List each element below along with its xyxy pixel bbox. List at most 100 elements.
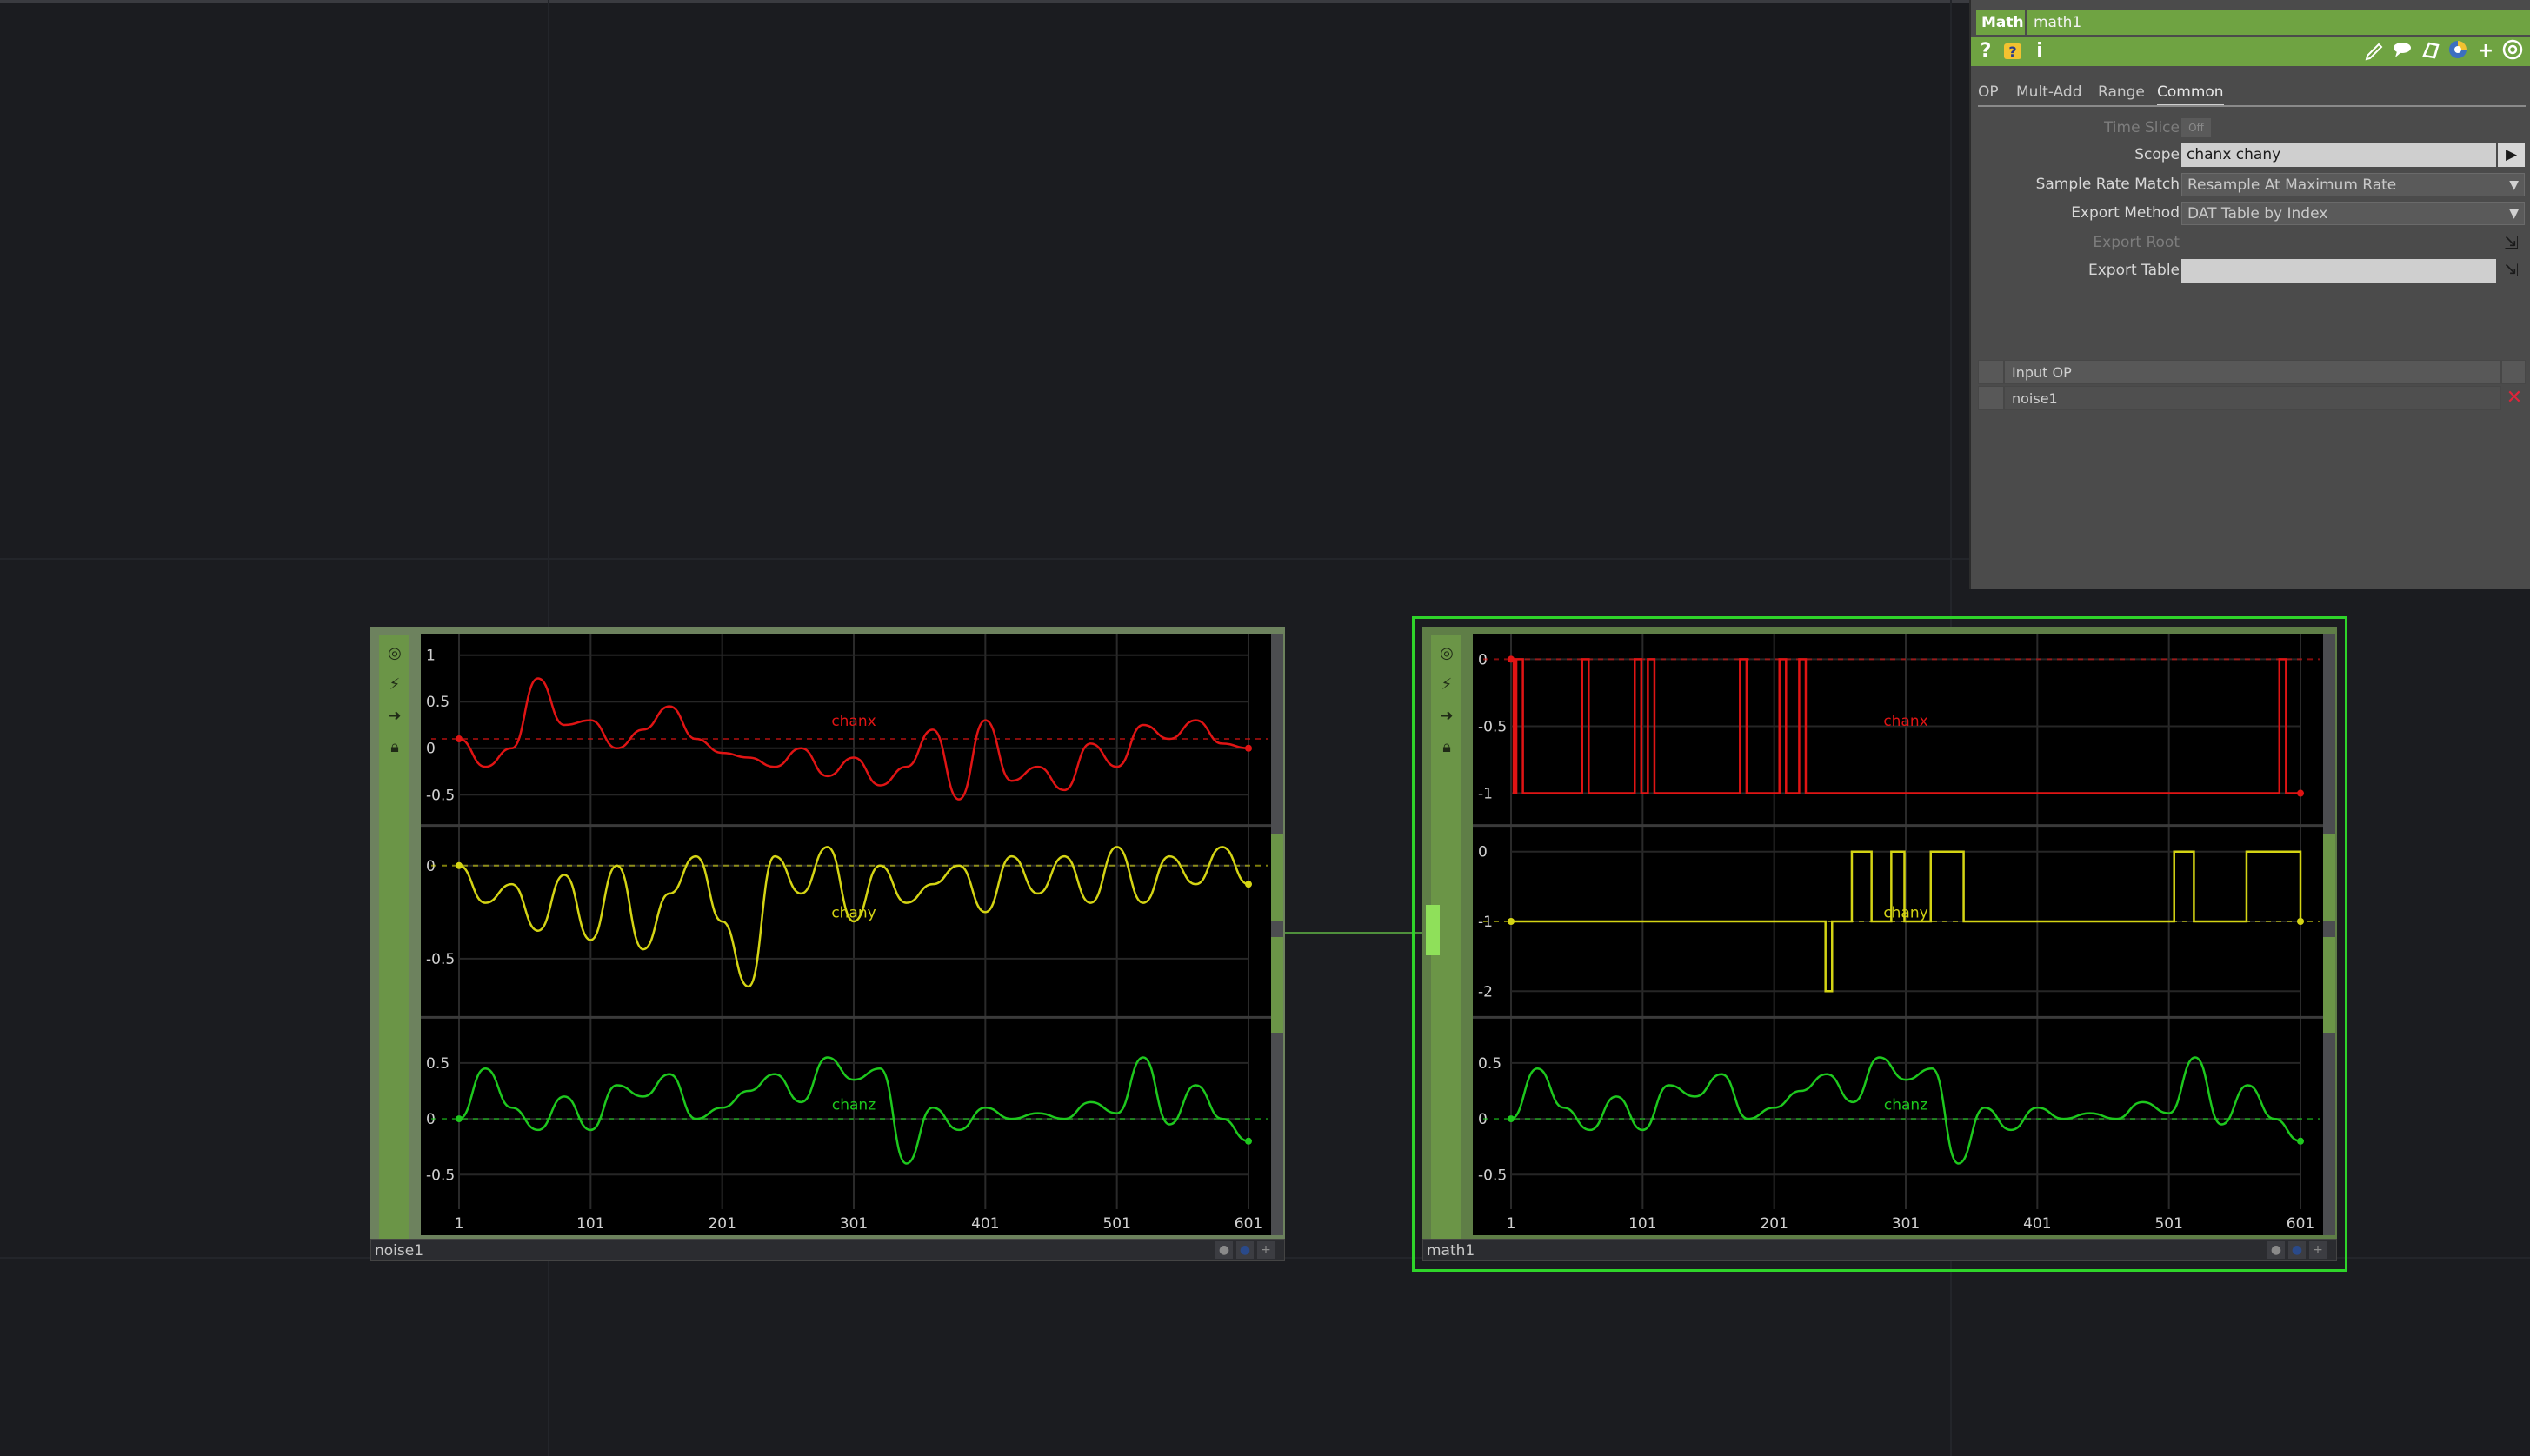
- time-slice-toggle[interactable]: Off: [2181, 118, 2211, 137]
- y-tick-label: 0.5: [426, 694, 449, 711]
- lock-icon[interactable]: 🔒︎: [384, 736, 405, 759]
- pencil-icon[interactable]: [2362, 38, 2387, 64]
- output-connector-chanx[interactable]: [1271, 834, 1283, 921]
- lock-icon[interactable]: 🔒︎: [1436, 736, 1457, 759]
- param-time-slice: Time Slice Off: [1971, 115, 2530, 141]
- param-export-root: Export Root ⇲: [1971, 229, 2530, 256]
- scope-menu-arrow-icon[interactable]: ▶: [2498, 143, 2525, 167]
- export-flag-icon[interactable]: ➜: [384, 705, 405, 728]
- info-icon[interactable]: i: [2032, 38, 2047, 64]
- add-icon[interactable]: +: [1257, 1241, 1275, 1259]
- series-label: chanz: [1884, 1096, 1927, 1114]
- parameter-panel-toolbar: ? ? i +: [1971, 37, 2530, 66]
- y-tick-label: 0.5: [1478, 1055, 1501, 1073]
- y-tick-label: -0.5: [1478, 1167, 1507, 1184]
- viewer-active-icon[interactable]: ◎: [384, 642, 405, 665]
- bypass-toggle-icon[interactable]: ●: [2288, 1241, 2306, 1259]
- y-tick-label: 0: [1478, 844, 1488, 861]
- operator-type-label: Math: [1976, 10, 2025, 35]
- x-tick-label: 601: [1235, 1215, 1262, 1233]
- channel-graph-math1: 0-0.5-1chanx0-1-2chany0.50-0.5chanz1 101 2…: [1473, 634, 2323, 1235]
- y-tick-label: 1: [426, 648, 436, 665]
- tab-op[interactable]: OP: [1978, 80, 1999, 104]
- node-name-label[interactable]: math1: [1422, 1239, 2337, 1261]
- x-tick-label: 601: [2287, 1215, 2314, 1233]
- series-end-point: [1245, 881, 1252, 888]
- add-icon[interactable]: +: [2309, 1241, 2327, 1259]
- bypass-toggle-icon[interactable]: ●: [1236, 1241, 1254, 1259]
- param-label: Sample Rate Match: [2035, 176, 2180, 193]
- output-connector-chanz[interactable]: [2323, 937, 2335, 1033]
- output-connector-chanz[interactable]: [1271, 937, 1283, 1033]
- output-connector-chanx[interactable]: [2323, 834, 2335, 921]
- node-connection-wire[interactable]: [1285, 932, 1429, 934]
- python-icon[interactable]: [2446, 38, 2470, 64]
- y-tick-label: -0.5: [426, 951, 455, 968]
- scope-field[interactable]: chanx chany: [2181, 143, 2496, 167]
- chevron-down-icon: ▼: [2509, 178, 2519, 192]
- y-tick-label: -1: [1478, 786, 1493, 803]
- tab-mult-add[interactable]: Mult-Add: [2016, 80, 2082, 104]
- help-icon[interactable]: ?: [1976, 38, 1995, 64]
- param-export-method: Export Method DAT Table by Index ▼: [1971, 200, 2530, 226]
- input-connector[interactable]: [1426, 905, 1440, 955]
- parameter-panel-header: Math math1: [1971, 7, 2530, 35]
- export-table-picker-icon[interactable]: ⇲: [2498, 259, 2525, 283]
- series-start-point: [456, 1115, 463, 1123]
- parameter-panel: Math math1 ? ? i + OP Mult-Add Range Com…: [1969, 0, 2530, 589]
- x-tick-label: 501: [2154, 1215, 2182, 1233]
- clone-icon[interactable]: [2418, 38, 2442, 64]
- export-root-picker-icon[interactable]: ⇲: [2498, 231, 2525, 255]
- param-scope: Scope chanx chany ▶: [1971, 142, 2530, 168]
- y-tick-label: -0.5: [426, 1167, 455, 1184]
- param-label: Time Slice: [2103, 119, 2180, 136]
- viewer-toggle-icon[interactable]: ●: [2267, 1241, 2285, 1259]
- x-tick-label: 201: [708, 1215, 736, 1233]
- x-tick-label: 501: [1102, 1215, 1130, 1233]
- node-viewer-noise1[interactable]: 1 0.5 0 -0.5 chanx 0 -0.5 chany 0.5 0 -0.5 chanz 1 10…: [421, 634, 1271, 1235]
- display-flag-icon[interactable]: ⚡: [384, 674, 405, 696]
- row-handle[interactable]: [1978, 386, 2004, 410]
- tab-common[interactable]: Common: [2157, 80, 2224, 106]
- y-tick-label: 0: [426, 741, 436, 758]
- node-noise1[interactable]: ◎ ⚡ ➜ 🔒︎ 1 0.5 0 -0.5 chanx 0 -0.5 chany 0.5 0 -0.…: [370, 627, 1285, 1261]
- node-output-bar: [1271, 634, 1283, 1235]
- param-export-table: Export Table ⇲: [1971, 257, 2530, 283]
- series-end-point: [2297, 789, 2304, 797]
- export-table-field[interactable]: [2181, 259, 2496, 283]
- menu-value: Resample At Maximum Rate: [2187, 176, 2397, 194]
- table-corner: [2501, 360, 2526, 384]
- python-help-icon[interactable]: ?: [2001, 38, 2027, 64]
- viewer-active-icon[interactable]: ◎: [1436, 642, 1457, 665]
- menu-value: DAT Table by Index: [2187, 205, 2328, 223]
- export-flag-icon[interactable]: ➜: [1436, 705, 1457, 728]
- export-method-menu[interactable]: DAT Table by Index ▼: [2181, 202, 2525, 225]
- series-start-point: [456, 861, 463, 869]
- x-tick-label: 201: [1760, 1215, 1788, 1233]
- series-label: chanz: [832, 1096, 876, 1114]
- x-tick-label: 101: [576, 1215, 604, 1233]
- node-name-label[interactable]: noise1: [370, 1239, 1285, 1261]
- viewer-toggle-icon[interactable]: ●: [1215, 1241, 1233, 1259]
- node-viewer-math1[interactable]: 0 -0.5 -1 chanx 0 -1 -2 chany 0.5 0 -0.5 chanz 1 101 2…: [1473, 634, 2323, 1235]
- input-op-row[interactable]: noise1: [2004, 386, 2501, 410]
- operator-name-field[interactable]: math1: [2027, 10, 2530, 35]
- remove-row-icon[interactable]: ✕: [2503, 386, 2526, 410]
- x-tick-label: 1: [455, 1215, 464, 1233]
- display-flag-icon[interactable]: ⚡: [1436, 674, 1457, 696]
- y-tick-label: -0.5: [1478, 718, 1507, 735]
- node-output-bar: [2323, 634, 2335, 1235]
- param-sample-rate-match: Sample Rate Match Resample At Maximum Ra…: [1971, 171, 2530, 197]
- tab-range[interactable]: Range: [2098, 80, 2145, 104]
- comment-icon[interactable]: [2390, 38, 2414, 64]
- sample-rate-match-menu[interactable]: Resample At Maximum Rate ▼: [2181, 173, 2525, 196]
- node-math1[interactable]: ◎ ⚡ ➜ 🔒︎ 0 -0.5 -1 chanx 0 -1 -2 chany 0.5 0 -0.5 c…: [1422, 627, 2337, 1261]
- series-start-point: [1508, 655, 1515, 663]
- target-icon[interactable]: [2500, 38, 2526, 64]
- x-tick-label: 401: [2023, 1215, 2051, 1233]
- series-end-point: [1245, 1137, 1252, 1145]
- svg-text:?: ?: [2008, 43, 2016, 60]
- param-label: Export Table: [2087, 262, 2180, 279]
- add-icon[interactable]: +: [2473, 38, 2498, 64]
- input-op-header: Input OP: [2004, 360, 2501, 384]
